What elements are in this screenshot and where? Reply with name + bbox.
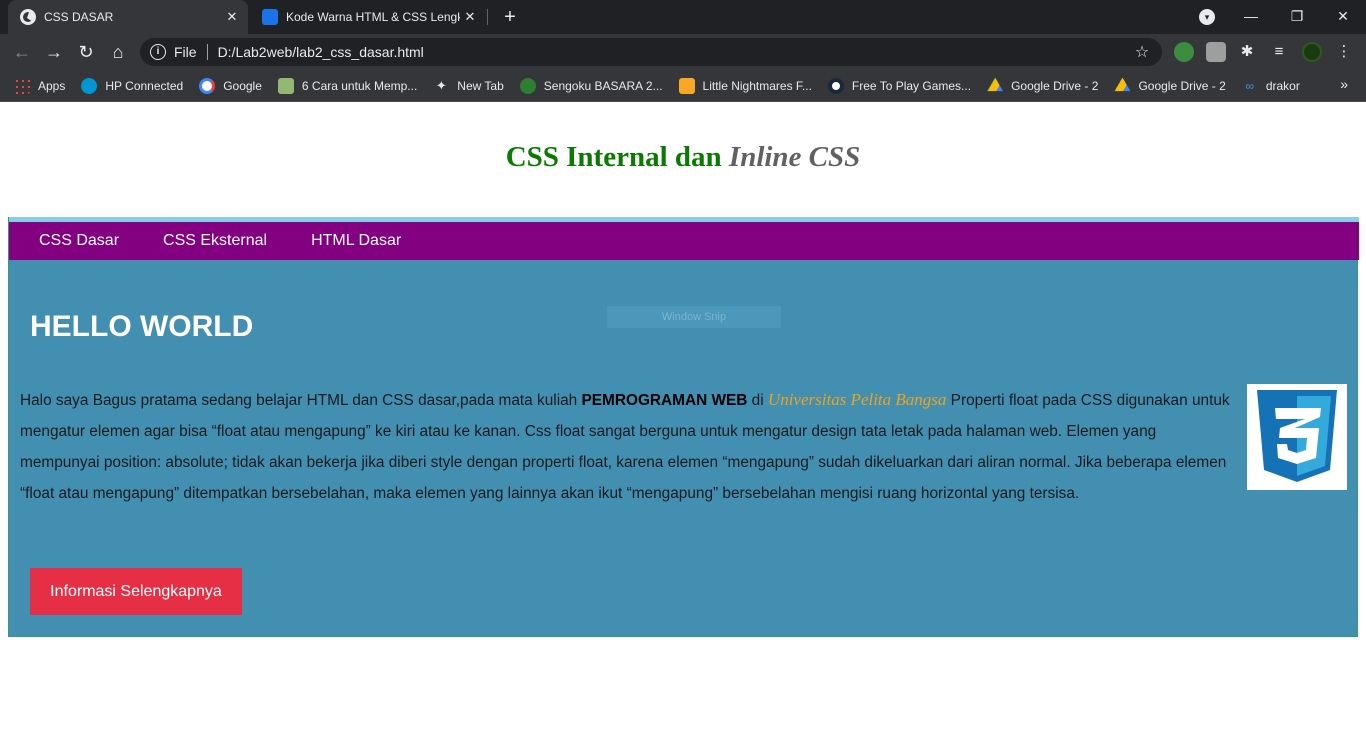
main-nav: CSS Dasar CSS Eksternal HTML Dasar <box>9 222 1359 260</box>
omnibox-divider <box>206 44 208 60</box>
folder-icon <box>678 77 695 94</box>
bookmark-free-to-play[interactable]: Free To Play Games... <box>827 77 971 94</box>
bookmark-apps[interactable]: Apps <box>14 77 65 94</box>
tab-title: Kode Warna HTML & CSS Lengkap <box>286 10 460 24</box>
reload-icon[interactable]: ↻ <box>74 40 98 64</box>
tab-close-button[interactable]: ✕ <box>460 9 480 25</box>
nav-link-css-dasar[interactable]: CSS Dasar <box>39 232 119 250</box>
minimize-icon[interactable]: — <box>1228 0 1274 34</box>
more-bookmarks-icon[interactable]: » <box>1340 76 1348 92</box>
nav-link-html-dasar[interactable]: HTML Dasar <box>311 232 401 250</box>
window-close-icon[interactable]: ✕ <box>1320 0 1366 34</box>
steam-icon <box>827 77 844 94</box>
restore-icon[interactable]: ❐ <box>1274 0 1320 34</box>
tab-kode-warna[interactable]: Kode Warna HTML & CSS Lengkap ✕ <box>250 0 486 34</box>
window-snip-overlay: Window Snip <box>607 306 781 328</box>
tab-css-dasar[interactable]: CSS DASAR ✕ <box>8 0 248 34</box>
game-icon <box>519 77 536 94</box>
extensions-puzzle-icon[interactable]: ✱ <box>1237 42 1257 62</box>
hp-icon <box>81 77 98 94</box>
bookmark-star-icon[interactable]: ☆ <box>1130 42 1154 62</box>
bookmarks-bar: Apps HP Connected Google 6 Cara untuk Me… <box>0 70 1366 102</box>
globe-icon <box>20 9 36 25</box>
bookmark-google-drive-2[interactable]: Google Drive - 2 <box>1114 77 1226 94</box>
extension-puzzle-photo-icon[interactable] <box>1206 42 1226 62</box>
web-page: CSS Internal dan Inline CSS CSS Dasar CS… <box>0 103 1366 738</box>
bookmark-little-nightmares[interactable]: Little Nightmares F... <box>678 77 812 94</box>
bookmark-google[interactable]: Google <box>199 77 262 94</box>
site-favicon-icon <box>262 9 278 25</box>
browser-toolbar: ← → ↻ ⌂ i File D:/Lab2web/lab2_css_dasar… <box>0 34 1366 70</box>
tab-strip: CSS DASAR ✕ Kode Warna HTML & CSS Lengka… <box>0 0 1366 34</box>
google-icon <box>199 77 216 94</box>
css3-logo-icon <box>1247 384 1347 490</box>
tab-search-icon[interactable]: ▾ <box>1199 9 1215 25</box>
wikihow-icon <box>277 77 294 94</box>
bookmark-new-tab[interactable]: ✦ New Tab <box>433 77 504 94</box>
bookmark-drakor[interactable]: ∞ drakor <box>1242 78 1300 94</box>
new-tab-icon: ✦ <box>435 77 447 93</box>
url-scheme: File <box>174 44 197 60</box>
page-title-italic: Inline CSS <box>728 141 861 173</box>
back-arrow-icon[interactable]: ← <box>10 40 34 64</box>
home-icon[interactable]: ⌂ <box>106 40 130 64</box>
hero-section: HELLO WORLD Window Snip Halo saya Bagus … <box>9 260 1357 636</box>
tab-separator <box>487 9 488 25</box>
google-drive-icon <box>1114 77 1131 92</box>
university-name: Universitas Pelita Bangsa <box>767 390 947 409</box>
page-title: CSS Internal dan Inline CSS <box>505 141 861 173</box>
bookmark-hp-connected[interactable]: HP Connected <box>81 77 183 94</box>
bookmark-google-drive-1[interactable]: Google Drive - 2 <box>987 77 1098 94</box>
tab-title: CSS DASAR <box>44 10 114 24</box>
forward-arrow-icon[interactable]: → <box>42 40 66 64</box>
more-info-button[interactable]: Informasi Selengkapnya <box>30 568 242 615</box>
bookmark-wikihow[interactable]: 6 Cara untuk Memp... <box>277 77 417 94</box>
media-control-icon[interactable]: ≡ <box>1269 42 1289 62</box>
new-tab-button[interactable]: + <box>498 5 522 29</box>
google-drive-icon <box>987 77 1004 92</box>
info-icon[interactable]: i <box>150 44 166 60</box>
course-name: PEMROGRAMAN WEB <box>581 392 748 409</box>
extension-globe-icon[interactable] <box>1174 42 1194 62</box>
content-frame: CSS Dasar CSS Eksternal HTML Dasar HELLO… <box>8 217 1359 637</box>
nav-link-css-eksternal[interactable]: CSS Eksternal <box>163 232 267 250</box>
url-text[interactable]: D:/Lab2web/lab2_css_dasar.html <box>218 44 1130 60</box>
hello-heading: HELLO WORLD <box>30 310 254 343</box>
intro-paragraph: Halo saya Bagus pratama sedang belajar H… <box>20 390 1230 502</box>
link-icon: ∞ <box>1245 78 1255 93</box>
tab-close-button[interactable]: ✕ <box>222 9 242 25</box>
apps-grid-icon <box>14 77 30 94</box>
address-bar[interactable]: i File D:/Lab2web/lab2_css_dasar.html ☆ <box>140 38 1162 66</box>
menu-kebab-icon[interactable]: ⋮ <box>1334 42 1354 62</box>
bookmark-sengoku-basara[interactable]: Sengoku BASARA 2... <box>519 77 663 94</box>
profile-avatar[interactable] <box>1302 42 1322 62</box>
